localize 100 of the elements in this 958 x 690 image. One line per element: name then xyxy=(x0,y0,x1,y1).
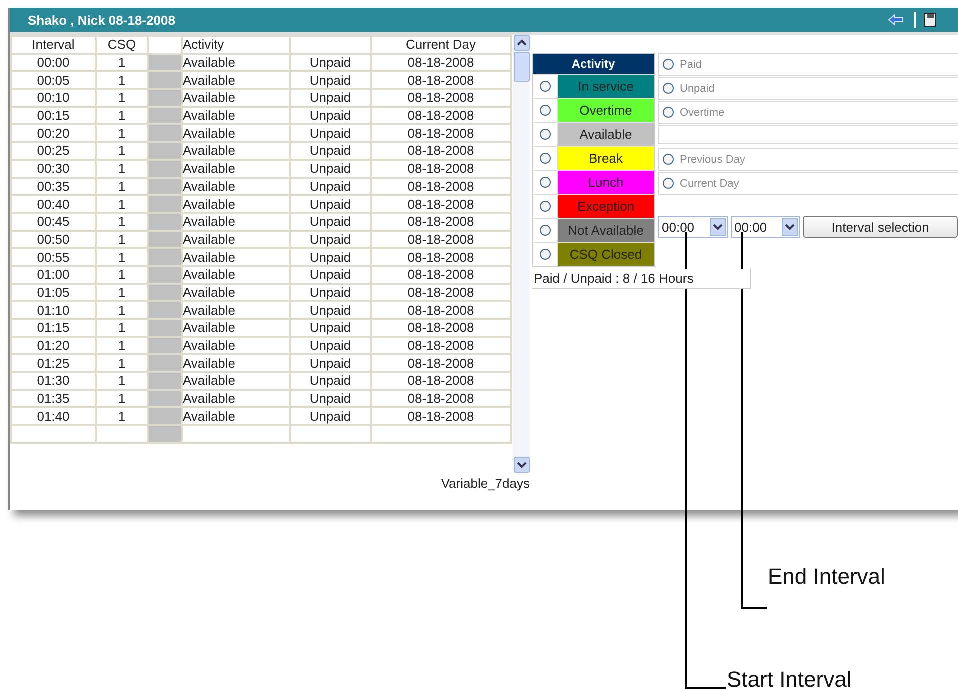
table-cell: Unpaid xyxy=(290,124,371,142)
radio-button[interactable] xyxy=(663,154,674,165)
table-cell: Unpaid xyxy=(290,407,371,426)
table-cell: 08-18-2008 xyxy=(371,142,511,160)
table-cell: Unpaid xyxy=(290,54,371,72)
table-cell: Available xyxy=(182,319,290,337)
table-cell: Unpaid xyxy=(290,71,371,90)
table-cell: 08-18-2008 xyxy=(371,71,511,90)
table-cell: 01:00 xyxy=(11,266,96,284)
radio-button[interactable] xyxy=(540,81,550,92)
table-cell: Available xyxy=(182,354,290,372)
table-cell: Available xyxy=(182,230,290,248)
table-cell: Available xyxy=(182,54,290,72)
table-cell: 00:00 xyxy=(11,54,96,72)
table-cell: Available xyxy=(182,71,290,90)
table-cell: Available xyxy=(182,266,290,284)
table-cell: 08-18-2008 xyxy=(371,301,511,319)
radio-button[interactable] xyxy=(540,201,550,212)
table-cell: Unpaid xyxy=(290,89,371,107)
table-cell: Available xyxy=(182,160,290,178)
table-cell: 08-18-2008 xyxy=(371,407,511,426)
radio-button[interactable] xyxy=(663,107,674,118)
activity-legend-label: In service xyxy=(558,75,654,98)
table-cell: 00:05 xyxy=(11,71,96,90)
radio-button[interactable] xyxy=(663,178,674,189)
table-cell: 08-18-2008 xyxy=(371,372,511,390)
activity-legend-label: CSQ Closed xyxy=(558,243,654,266)
table-cell: 08-18-2008 xyxy=(371,178,511,196)
radio-button[interactable] xyxy=(540,153,550,164)
table-cell: Available xyxy=(182,124,290,142)
schedule-name: Variable_7days xyxy=(441,476,530,491)
radio-button[interactable] xyxy=(663,83,674,94)
table-cell: Available xyxy=(182,372,290,390)
table-cell: 00:55 xyxy=(11,248,96,266)
table-cell: Unpaid xyxy=(290,160,371,178)
start-interval-dropdown[interactable]: 00:00 xyxy=(658,216,728,238)
table-cell: 01:40 xyxy=(11,407,96,426)
radio-button[interactable] xyxy=(540,105,550,116)
table-cell: 00:40 xyxy=(11,195,96,213)
scroll-down-icon[interactable] xyxy=(514,457,530,473)
option-label: Current Day xyxy=(680,178,740,190)
caret-icon[interactable] xyxy=(710,218,726,236)
callout-label: End Interval xyxy=(768,564,886,590)
table-cell: 00:10 xyxy=(11,89,96,107)
table-cell: 08-18-2008 xyxy=(371,212,511,231)
table-cell: Unpaid xyxy=(290,248,371,266)
activity-legend-label: Available xyxy=(558,123,654,146)
table-cell: 00:50 xyxy=(11,230,96,248)
back-arrow-icon[interactable] xyxy=(888,14,904,26)
option-label: Unpaid xyxy=(680,82,715,94)
table-cell: Unpaid xyxy=(290,212,371,231)
table-cell: Unpaid xyxy=(290,178,371,196)
table-cell: Available xyxy=(182,106,290,124)
table-cell: 00:25 xyxy=(11,142,96,160)
activity-legend-label: Break xyxy=(558,147,654,170)
table-cell: 01:05 xyxy=(11,284,96,302)
activity-legend-label: Overtime xyxy=(558,99,654,122)
table-cell: 08-18-2008 xyxy=(371,160,511,178)
table-cell: Available xyxy=(182,248,290,266)
table-cell: 01:20 xyxy=(11,336,96,354)
table-cell: Available xyxy=(182,178,290,196)
table-cell: 08-18-2008 xyxy=(371,336,511,354)
paid-unpaid-summary: Paid / Unpaid : 8 / 16 Hours xyxy=(532,269,751,289)
radio-button[interactable] xyxy=(663,59,674,70)
table-cell: 00:20 xyxy=(11,124,96,142)
table-cell: 01:30 xyxy=(11,372,96,390)
table-cell: Unpaid xyxy=(290,372,371,390)
table-cell: Available xyxy=(182,142,290,160)
table-cell: 01:25 xyxy=(11,354,96,372)
table-cell: 08-18-2008 xyxy=(371,89,511,107)
scroll-thumb[interactable] xyxy=(514,52,530,82)
radio-button[interactable] xyxy=(540,225,550,236)
window-title: Shako , Nick 08-18-2008 xyxy=(28,12,176,28)
table-cell: Unpaid xyxy=(290,266,371,284)
radio-button[interactable] xyxy=(540,177,550,188)
end-interval-dropdown[interactable]: 00:00 xyxy=(730,216,800,238)
activity-legend-label: Not Available xyxy=(558,219,654,242)
radio-button[interactable] xyxy=(540,249,550,260)
interval-selection-button[interactable]: Interval selection xyxy=(803,216,958,238)
save-icon[interactable] xyxy=(924,13,936,27)
table-cell: 01:10 xyxy=(11,301,96,319)
table-cell: 08-18-2008 xyxy=(371,284,511,302)
caret-icon[interactable] xyxy=(782,218,798,236)
scroll-up-icon[interactable] xyxy=(514,35,530,51)
scrollbar[interactable] xyxy=(513,35,530,473)
table-cell: Available xyxy=(182,390,290,408)
table-cell: 00:15 xyxy=(11,106,96,124)
table-cell: 08-18-2008 xyxy=(371,248,511,266)
table-cell: Unpaid xyxy=(290,319,371,337)
table-cell: Available xyxy=(182,407,290,426)
table-cell: 00:35 xyxy=(11,178,96,196)
table-cell: Unpaid xyxy=(290,195,371,213)
table-cell: 08-18-2008 xyxy=(371,266,511,284)
table-cell: 08-18-2008 xyxy=(371,195,511,213)
table-cell: Unpaid xyxy=(290,390,371,408)
legend-header: Activity xyxy=(533,54,654,74)
radio-button[interactable] xyxy=(540,129,550,140)
table-cell: 08-18-2008 xyxy=(371,390,511,408)
table-cell: 08-18-2008 xyxy=(371,230,511,248)
table-cell: Unpaid xyxy=(290,354,371,372)
